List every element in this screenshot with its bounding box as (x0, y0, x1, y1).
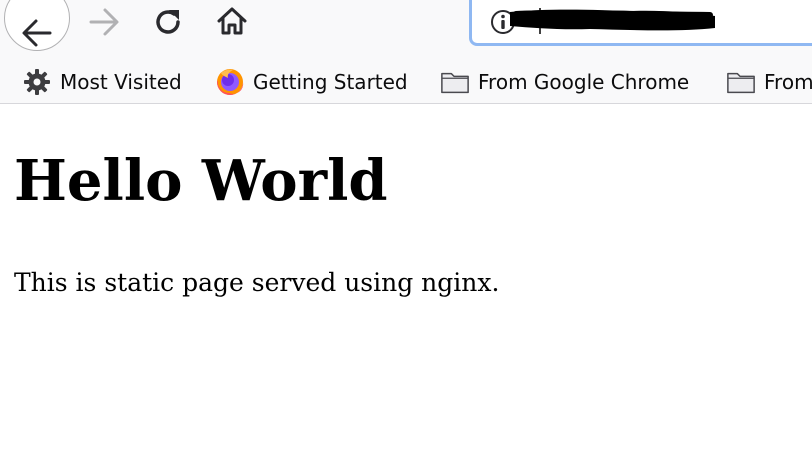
url-bar[interactable] (469, 0, 812, 46)
folder-icon (726, 67, 756, 97)
home-icon (217, 7, 247, 35)
bookmarks-toolbar: Most Visited Getting Started From Google… (0, 60, 812, 104)
page-title: Hello World (14, 148, 388, 214)
browser-window: Most Visited Getting Started From Google… (0, 0, 812, 456)
arrow-right-icon (89, 8, 119, 36)
reload-button[interactable] (148, 2, 188, 42)
arrow-left-icon (22, 19, 52, 47)
bookmark-label: Most Visited (60, 70, 182, 94)
bookmark-label: From (764, 70, 812, 94)
reload-icon (156, 10, 180, 34)
url-redaction (510, 8, 715, 34)
firefox-icon (215, 67, 245, 97)
bookmark-label: From Google Chrome (478, 70, 690, 94)
page-content: Hello World This is static page served u… (0, 104, 812, 456)
navigation-toolbar (0, 0, 812, 60)
gear-icon (22, 67, 52, 97)
page-paragraph: This is static page served using nginx. (14, 268, 500, 297)
bookmark-folder-from[interactable]: From (726, 60, 812, 104)
home-button[interactable] (211, 0, 253, 42)
bookmark-label: Getting Started (253, 70, 408, 94)
forward-button[interactable] (84, 2, 124, 42)
bookmark-most-visited[interactable]: Most Visited (22, 60, 182, 104)
back-button[interactable] (4, 0, 70, 51)
bookmark-folder-from-google-chrome[interactable]: From Google Chrome (440, 60, 689, 104)
folder-icon (440, 67, 470, 97)
bookmark-getting-started[interactable]: Getting Started (215, 60, 408, 104)
